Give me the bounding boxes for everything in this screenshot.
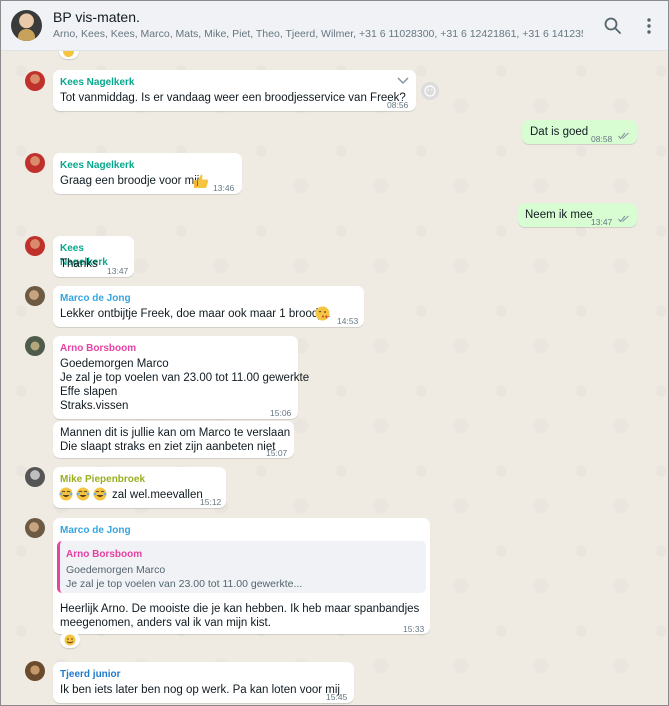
grin-emoji-icon [64,634,76,646]
message-time: 15:12 [200,497,222,507]
message-bubble[interactable]: Marco de Jong Lekker ontbijtje Freek, do… [53,286,364,327]
thumbs-up-icon [193,173,209,193]
group-members[interactable]: Arno, Kees, Kees, Marco, Mats, Mike, Pie… [53,28,583,40]
quoted-line: Goedemorgen Marco [66,564,166,576]
message-time: 14:53 [337,316,359,326]
message-text: Graag een broodje voor mij [60,175,200,187]
quoted-line: Je zal je top voelen van 23.00 tot 11.00… [66,578,303,590]
read-receipt-icon [618,132,629,140]
emoji-react-icon[interactable] [421,82,439,100]
message-sender[interactable]: Marco de Jong [60,524,131,538]
reaction-badge[interactable] [59,51,79,59]
message-bubble[interactable]: Kees Nagelkerk Graag een broodje voor mi… [53,153,242,194]
message-sender[interactable]: Tjeerd junior [60,668,121,682]
message-bubble[interactable]: Tjeerd junior Ik ben iets later ben nog … [53,662,354,703]
message-bubble[interactable]: Mike Piepenbroek zal wel.meevallen 15:12 [53,467,226,508]
whatsapp-window: BP vis-maten. Arno, Kees, Kees, Marco, M… [0,0,669,706]
message-time: 13:47 [591,217,613,227]
message-line: Effe slapen [60,386,118,398]
avatar[interactable] [25,236,45,256]
group-avatar[interactable] [11,10,42,41]
message-text: Neem ik mee [525,209,593,221]
message-time: 15:33 [403,624,425,634]
message-line: Die slaapt straks en ziet zijn aanbeten … [60,441,276,453]
message-time: 08:56 [387,100,409,110]
message-time: 15:45 [326,692,348,702]
message-time: 13:46 [213,183,235,193]
message-line: meegenomen, anders val ik van mijn kist. [60,617,271,629]
message-time: 08:58 [591,134,613,144]
message-bubble[interactable]: Kees Nagelkerk Thanks 13:47 [53,236,134,277]
message-text: Ik ben iets later ben nog op werk. Pa ka… [60,684,340,696]
search-icon[interactable] [602,15,624,37]
avatar[interactable] [25,286,45,306]
message-line: Goedemorgen Marco [60,358,169,370]
avatar[interactable] [25,467,45,487]
message-list[interactable]: Kees Nagelkerk Tot vanmiddag. Is er vand… [1,51,668,705]
avatar[interactable] [25,71,45,91]
message-sender[interactable]: Kees Nagelkerk [60,76,135,90]
message-bubble-outgoing[interactable]: Neem ik mee 13:47 [518,203,637,227]
wink-kiss-emoji-icon [315,306,330,325]
message-bubble[interactable]: Mannen dit is jullie kan om Marco te ver… [53,421,294,458]
reaction-badge[interactable] [60,632,80,648]
message-sender[interactable]: Kees Nagelkerk [60,159,135,173]
quoted-message[interactable]: Arno Borsboom Goedemorgen Marco Je zal j… [57,541,426,593]
message-line: Straks.vissen [60,400,129,412]
message-bubble[interactable]: Arno Borsboom Goedemorgen Marco Je zal j… [53,336,309,419]
message-sender[interactable]: Arno Borsboom [60,342,136,356]
message-text: Lekker ontbijtje Freek, doe maar ook maa… [60,308,331,320]
message-sender[interactable]: Mike Piepenbroek [60,473,145,487]
read-receipt-icon [618,215,629,223]
message-text: Tot vanmiddag. Is er vandaag weer een br… [60,92,406,104]
message-text: Dat is goed [530,126,589,138]
message-time: 15:07 [266,448,288,458]
menu-icon[interactable] [638,15,660,37]
avatar[interactable] [25,661,45,681]
avatar[interactable] [25,518,45,538]
message-time: 15:06 [270,408,292,418]
laughing-emoji-icon [59,487,111,505]
avatar[interactable] [25,153,45,173]
chevron-down-icon[interactable] [397,75,409,89]
message-line: Heerlijk Arno. De mooiste die je kan heb… [60,603,420,615]
message-line: Je zal je top voelen van 23.00 tot 11.00… [60,372,310,384]
message-bubble[interactable]: Kees Nagelkerk Tot vanmiddag. Is er vand… [53,70,416,111]
emoji-icon [63,51,74,58]
message-text: zal wel.meevallen [112,489,203,501]
message-bubble-outgoing[interactable]: Dat is goed 08:58 [522,120,637,144]
quoted-sender: Arno Borsboom [66,549,143,560]
group-title[interactable]: BP vis-maten. [53,9,140,25]
message-bubble[interactable]: Marco de Jong Arno Borsboom Goedemorgen … [53,518,430,634]
message-sender[interactable]: Marco de Jong [60,292,131,306]
avatar[interactable] [25,336,45,356]
message-time: 13:47 [107,266,129,276]
message-line: Mannen dit is jullie kan om Marco te ver… [60,427,291,439]
message-text: Thanks [60,258,98,270]
chat-header[interactable]: BP vis-maten. Arno, Kees, Kees, Marco, M… [1,1,668,51]
